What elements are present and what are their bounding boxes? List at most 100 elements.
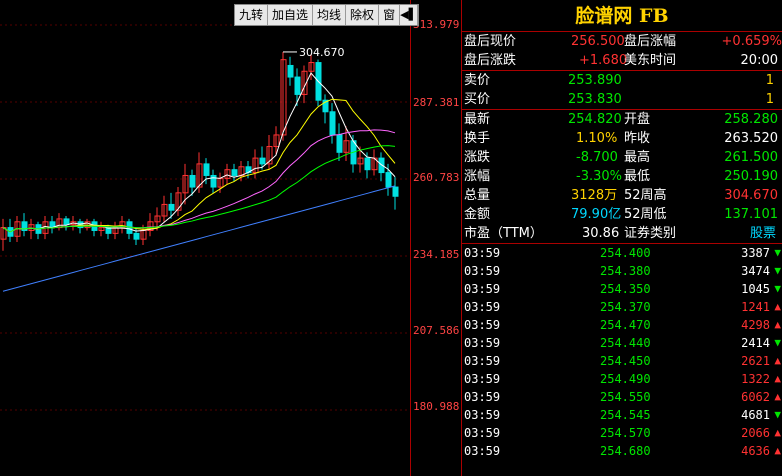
volume-value: 3128万 <box>571 188 618 203</box>
after-change-value: +1.680 <box>579 53 628 68</box>
trade-volume: 1045 <box>741 282 770 296</box>
wk52-high-value: 304.670 <box>724 188 778 203</box>
after-price-value: 256.500 <box>571 34 625 49</box>
arrow-down-icon: ▼ <box>774 336 781 349</box>
stats-row: 市盈（TTM） 30.86 证券类别 股票 <box>462 224 782 243</box>
trade-ticker-list[interactable]: 03:59 254.400 3387 ▼ 03:59 254.380 3474 ▼ 03:59 2… <box>462 244 782 460</box>
trade-row: 03:59 254.490 1322 ▲ <box>462 370 782 388</box>
stats-row: 涨跌 -8.700 最高 261.500 <box>462 148 782 167</box>
trade-volume: 1241 <box>741 300 770 314</box>
stats-row: 最新 254.820 开盘 258.280 <box>462 110 782 129</box>
trade-row: 03:59 254.400 3387 ▼ <box>462 244 782 262</box>
low-label: 最低 <box>624 169 651 184</box>
trade-time: 03:59 <box>464 264 501 278</box>
moving-average-line <box>2 185 396 292</box>
change-label: 涨跌 <box>464 150 491 165</box>
arrow-down-icon: ▼ <box>774 264 781 277</box>
arrow-right-icon: ◀▌ <box>400 8 418 21</box>
window-button[interactable]: 窗 <box>379 5 401 25</box>
trade-price: 254.400 <box>600 246 651 260</box>
trade-volume: 2414 <box>741 336 770 350</box>
candle-body <box>392 186 399 197</box>
candle-body <box>294 76 301 95</box>
trade-row: 03:59 254.440 2414 ▼ <box>462 334 782 352</box>
pe-value: 30.86 <box>582 226 620 241</box>
after-price-label: 盘后现价 <box>464 34 517 49</box>
arrow-down-icon: ▼ <box>774 408 781 421</box>
low-value: 250.190 <box>724 169 778 184</box>
candle-body <box>189 174 196 188</box>
candle-body <box>385 172 392 188</box>
trade-volume: 4298 <box>741 318 770 332</box>
orderbook-section: 卖价 253.890 1 买价 253.830 1 <box>462 71 782 110</box>
ask-row: 卖价 253.890 1 <box>462 71 782 90</box>
trade-row: 03:59 254.680 4636 ▲ <box>462 442 782 460</box>
trade-price: 254.440 <box>600 336 651 350</box>
candle-body <box>210 174 217 188</box>
kline-chart[interactable]: 304.670 313.979 287.381 260.783 234.185 … <box>0 0 460 476</box>
bid-volume: 1 <box>765 92 774 107</box>
trade-volume: 3387 <box>741 246 770 260</box>
after-change-pct-label: 盘后涨幅 <box>624 34 677 49</box>
trade-volume: 3474 <box>741 264 770 278</box>
add-watchlist-button[interactable]: 加自选 <box>268 5 314 25</box>
candle-body <box>287 64 294 78</box>
price-tick: 313.979 <box>413 18 460 31</box>
open-label: 开盘 <box>624 112 651 127</box>
candle-body <box>63 218 70 226</box>
category-label: 证券类别 <box>624 226 677 241</box>
trade-price: 254.550 <box>600 390 651 404</box>
trade-time: 03:59 <box>464 336 501 350</box>
candle-body <box>231 169 238 176</box>
high-label: 最高 <box>624 150 651 165</box>
kline-canvas[interactable]: 304.670 <box>0 0 410 476</box>
latest-value: 254.820 <box>568 112 622 127</box>
candle-body <box>336 134 343 153</box>
quote-panel: 脸谱网 FB 盘后现价 256.500 盘后涨幅 +0.659% 盘后涨跌 +1… <box>461 0 782 476</box>
stats-section: 最新 254.820 开盘 258.280 换手 1.10% 昨收 263.52… <box>462 110 782 244</box>
turnover-value: 1.10% <box>576 131 618 146</box>
amount-value: 79.90亿 <box>571 207 622 222</box>
us-time-label: 美东时间 <box>624 53 677 68</box>
trade-row: 03:59 254.370 1241 ▲ <box>462 298 782 316</box>
trade-price: 254.470 <box>600 318 651 332</box>
trade-time: 03:59 <box>464 282 501 296</box>
trade-time: 03:59 <box>464 300 501 314</box>
candle-body <box>329 111 336 136</box>
trade-row: 03:59 254.550 6062 ▲ <box>462 388 782 406</box>
ask-price: 253.890 <box>568 73 622 88</box>
trade-time: 03:59 <box>464 354 501 368</box>
chart-toolbar: 九转 加自选 均线 除权 窗 ◀▌ <box>234 4 420 26</box>
arrow-up-icon: ▲ <box>774 318 781 331</box>
nine-turn-button[interactable]: 九转 <box>235 5 269 25</box>
category-value: 股票 <box>749 226 776 241</box>
candle-body <box>203 163 210 176</box>
ex-rights-button[interactable]: 除权 <box>346 5 380 25</box>
trade-volume: 4636 <box>741 444 770 458</box>
candle-body <box>168 203 175 211</box>
candle-body <box>259 157 266 165</box>
arrow-down-icon: ▼ <box>774 282 781 295</box>
trade-time: 03:59 <box>464 426 501 440</box>
trade-row: 03:59 254.350 1045 ▼ <box>462 280 782 298</box>
wk52-low-value: 137.101 <box>724 207 778 222</box>
stock-title: 脸谱网 FB <box>462 0 782 32</box>
wk52-low-label: 52周低 <box>624 207 667 222</box>
trade-price: 254.545 <box>600 408 651 422</box>
change-pct-label: 涨幅 <box>464 169 491 184</box>
us-time-value: 20:00 <box>740 53 778 68</box>
change-pct-value: -3.30% <box>576 169 622 184</box>
expand-panel-button[interactable]: ◀▌ <box>400 5 419 25</box>
candle-body <box>364 157 371 171</box>
wk52-high-label: 52周高 <box>624 188 667 203</box>
trade-price: 254.370 <box>600 300 651 314</box>
moving-average-button[interactable]: 均线 <box>313 5 347 25</box>
arrow-up-icon: ▲ <box>774 390 781 403</box>
volume-label: 总量 <box>464 188 491 203</box>
after-hours-row: 盘后现价 256.500 盘后涨幅 +0.659% <box>462 32 782 51</box>
ask-volume: 1 <box>765 73 774 88</box>
after-change-pct-value: +0.659% <box>721 34 782 49</box>
trade-time: 03:59 <box>464 390 501 404</box>
price-tick: 180.988 <box>413 400 460 413</box>
candle-body <box>133 232 140 240</box>
